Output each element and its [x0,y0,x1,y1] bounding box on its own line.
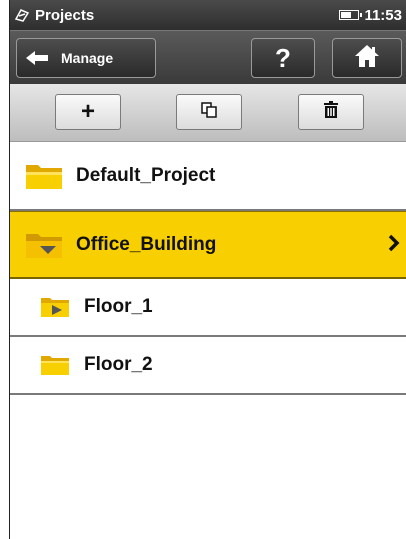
toolbar: + [10,84,406,142]
home-icon [354,44,380,73]
back-arrow-icon [25,50,49,66]
app-title: Projects [35,6,95,24]
add-button-label: + [80,98,95,125]
list-item-label: Floor_2 [84,354,153,375]
delete-button[interactable] [298,94,364,130]
list-item-label: Office_Building [76,233,217,255]
folder-icon [24,161,64,191]
folder-play-icon [40,295,70,319]
copy-icon [200,101,218,124]
list-item-default-project[interactable]: Default_Project [10,142,406,211]
home-button[interactable] [332,38,402,78]
status-left: Projects [10,7,94,24]
back-button[interactable]: Manage [16,38,156,78]
status-right: 11:53 [339,7,406,24]
folder-icon [40,353,70,377]
clock: 11:53 [364,6,402,24]
list-item-label: Default_Project [76,164,216,186]
list-item-floor-1[interactable]: Floor_1 [10,279,406,337]
nav-bar: Manage ? [10,30,406,84]
help-button[interactable]: ? [251,38,315,78]
list-item-label: Floor_1 [84,296,153,317]
status-bar: Projects 11:53 [10,0,406,30]
list-item-office-building[interactable]: Office_Building [10,211,406,279]
folder-open-icon [24,230,64,260]
list-item-floor-2[interactable]: Floor_2 [10,337,406,395]
chevron-right-icon[interactable] [388,232,400,258]
back-button-label: Manage [61,50,114,66]
help-button-label: ? [275,42,291,73]
copy-button[interactable] [176,94,242,130]
trash-icon [323,100,339,124]
app-screen: Projects 11:53 Manage ? + Default_Projec… [9,0,406,539]
add-button[interactable]: + [55,94,121,130]
project-list: Default_Project Office_Building Floor_1 … [10,142,406,395]
app-logo-icon [14,7,30,23]
battery-icon [339,10,363,20]
